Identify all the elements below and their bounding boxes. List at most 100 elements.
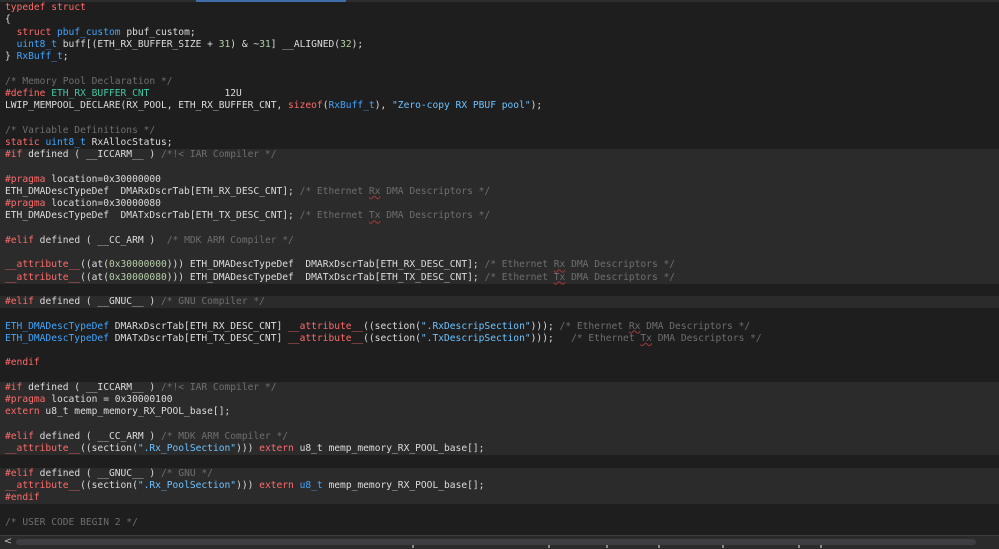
code-line[interactable]: #endif xyxy=(0,357,999,369)
code-line[interactable]: struct pbuf_custom pbuf_custom; xyxy=(0,27,999,39)
code-line[interactable]: #if defined ( __ICCARM__ ) /*!< IAR Comp… xyxy=(0,149,999,162)
code-line[interactable]: /* USER CODE BEGIN 2 */ xyxy=(0,517,999,529)
code-token: "Zero-copy RX PBUF pool" xyxy=(392,100,531,111)
code-line[interactable]: typedef struct xyxy=(0,2,999,14)
code-line[interactable]: #pragma location = 0x30000100 xyxy=(0,394,999,407)
code-editor[interactable]: typedef struct{ struct pbuf_custom pbuf_… xyxy=(0,0,999,535)
code-token: #if xyxy=(5,149,23,160)
code-token: Tx xyxy=(368,210,381,222)
code-token: #elif xyxy=(5,430,34,442)
code-token: Rx xyxy=(368,185,381,197)
code-token: /* MDK ARM Compiler */ xyxy=(160,430,289,442)
code-line[interactable]: #endif xyxy=(0,492,999,505)
code-line[interactable]: ​ xyxy=(0,308,999,320)
scrollbar-marker xyxy=(722,545,724,548)
code-token: DMA Descriptors */ xyxy=(380,210,491,222)
code-token: /* USER CODE BEGIN 2 */ xyxy=(5,516,138,528)
code-token: DMA Descriptors */ xyxy=(565,271,676,283)
code-token: struct xyxy=(51,2,86,13)
code-token: } xyxy=(5,51,17,62)
code-token: #elif xyxy=(5,296,34,307)
code-token: defined ( __ICCARM__ ) xyxy=(22,149,161,160)
code-token: ((section( xyxy=(80,443,138,454)
code-line[interactable]: #elif defined ( __GNUC__ ) /* GNU */ xyxy=(0,467,999,480)
code-token: ); xyxy=(351,38,364,50)
code-token: ((section( xyxy=(363,332,421,344)
code-token: 0x30000000 xyxy=(108,259,167,271)
code-line[interactable]: static uint8_t RxAllocStatus; xyxy=(0,137,999,149)
code-line[interactable]: #pragma location=0x30000000 xyxy=(0,173,999,186)
code-line[interactable]: ​ xyxy=(0,247,999,260)
code-line[interactable]: __attribute__((section(".Rx_PoolSection"… xyxy=(0,443,999,456)
code-line[interactable]: ​ xyxy=(0,284,999,296)
code-token: #define xyxy=(5,87,46,99)
code-line[interactable]: #pragma location=0x30000080 xyxy=(0,198,999,211)
code-token: extern xyxy=(5,406,40,418)
code-line[interactable]: { xyxy=(0,14,999,26)
code-line[interactable]: ETH_DMADescTypeDef DMARxDscrTab[ETH_RX_D… xyxy=(0,321,999,333)
code-lines[interactable]: typedef struct{ struct pbuf_custom pbuf_… xyxy=(0,2,999,529)
code-line[interactable]: ETH_DMADescTypeDef DMATxDscrTab[ETH_TX_D… xyxy=(0,333,999,345)
code-token: __attribute__ xyxy=(5,443,81,454)
code-token: #if xyxy=(5,381,23,393)
code-line[interactable]: LWIP_MEMPOOL_DECLARE(RX_POOL, ETH_RX_BUF… xyxy=(0,100,999,112)
code-token: LWIP_MEMPOOL_DECLARE(RX_POOL, ETH_RX_BUF… xyxy=(5,100,289,111)
code-token: Tx xyxy=(553,271,566,283)
code-token: ); xyxy=(530,100,543,111)
code-token: location = 0x30000100 xyxy=(45,394,173,405)
code-line[interactable]: #elif defined ( __CC_ARM ) /* MDK ARM Co… xyxy=(0,430,999,443)
code-token: ETH_DMADescTypeDef DMATxDscrTab[ETH_TX_D… xyxy=(5,210,300,222)
code-line[interactable]: #define ETH_RX_BUFFER_CNT 12U xyxy=(0,88,999,100)
code-line[interactable]: ​ xyxy=(0,418,999,431)
horizontal-scrollbar[interactable]: < xyxy=(0,535,999,549)
code-token: Tx xyxy=(640,332,652,344)
code-line[interactable]: uint8_t buff[(ETH_RX_BUFFER_SIZE + 31) &… xyxy=(0,39,999,51)
code-line[interactable]: #if defined ( __ICCARM__ ) /*!< IAR Comp… xyxy=(0,381,999,394)
code-token: defined ( __GNUC__ ) xyxy=(33,467,161,479)
code-line[interactable]: __attribute__((at(0x30000080))) ETH_DMAD… xyxy=(0,271,999,284)
code-line[interactable]: ​ xyxy=(0,112,999,124)
code-line[interactable]: /* Variable Definitions */ xyxy=(0,125,999,137)
code-line[interactable]: ​ xyxy=(0,63,999,75)
code-line[interactable]: ​ xyxy=(0,370,999,382)
code-token: 12U xyxy=(149,87,242,99)
code-token: 32 xyxy=(340,38,352,50)
code-line[interactable]: __attribute__((section(".Rx_PoolSection"… xyxy=(0,479,999,492)
code-token: #endif xyxy=(5,492,40,503)
code-token: #pragma xyxy=(5,173,46,185)
code-token: u8_t xyxy=(299,479,323,491)
code-token: ] __ALIGNED( xyxy=(270,38,341,50)
code-line[interactable]: /* Memory Pool Declaration */ xyxy=(0,76,999,88)
code-token: /* Ethernet xyxy=(299,210,369,222)
code-line[interactable]: extern u8_t memp_memory_RX_POOL_base[]; xyxy=(0,406,999,419)
code-token: location=0x30000000 xyxy=(45,173,161,185)
code-token: ))) xyxy=(236,443,260,454)
code-token: Rx xyxy=(628,320,641,332)
code-token: pbuf_custom; xyxy=(120,26,196,38)
code-token: ) & ~ xyxy=(230,38,260,50)
code-token: __attribute__ xyxy=(288,332,364,344)
code-line[interactable]: ​ xyxy=(0,455,999,467)
code-token: uint8_t xyxy=(16,38,57,50)
code-token: #pragma xyxy=(5,198,46,209)
scrollbar-marker xyxy=(412,545,414,548)
code-line[interactable]: } RxBuff_t; xyxy=(0,51,999,63)
code-line[interactable]: ​ xyxy=(0,504,999,516)
code-line[interactable]: #elif defined ( __CC_ARM ) /* MDK ARM Co… xyxy=(0,234,999,247)
code-token: /* Ethernet xyxy=(559,320,629,332)
code-line[interactable]: #elif defined ( __GNUC__ ) /* GNU Compil… xyxy=(0,296,999,309)
code-token: /* GNU */ xyxy=(160,467,213,479)
code-line[interactable]: __attribute__((at(0x30000000))) ETH_DMAD… xyxy=(0,259,999,272)
code-token: defined ( __GNUC__ ) xyxy=(33,296,161,307)
code-line[interactable]: ETH_DMADescTypeDef DMATxDscrTab[ETH_TX_D… xyxy=(0,210,999,223)
code-line[interactable]: ​ xyxy=(0,345,999,357)
code-token: /* Ethernet xyxy=(484,259,554,271)
code-token: #pragma xyxy=(5,394,46,405)
code-line[interactable]: ​ xyxy=(0,222,999,235)
code-token: /* GNU Compiler */ xyxy=(160,296,265,307)
scrollbar-marker xyxy=(606,545,608,548)
code-line[interactable]: ETH_DMADescTypeDef DMARxDscrTab[ETH_RX_D… xyxy=(0,185,999,198)
code-line[interactable]: ​ xyxy=(0,161,999,174)
